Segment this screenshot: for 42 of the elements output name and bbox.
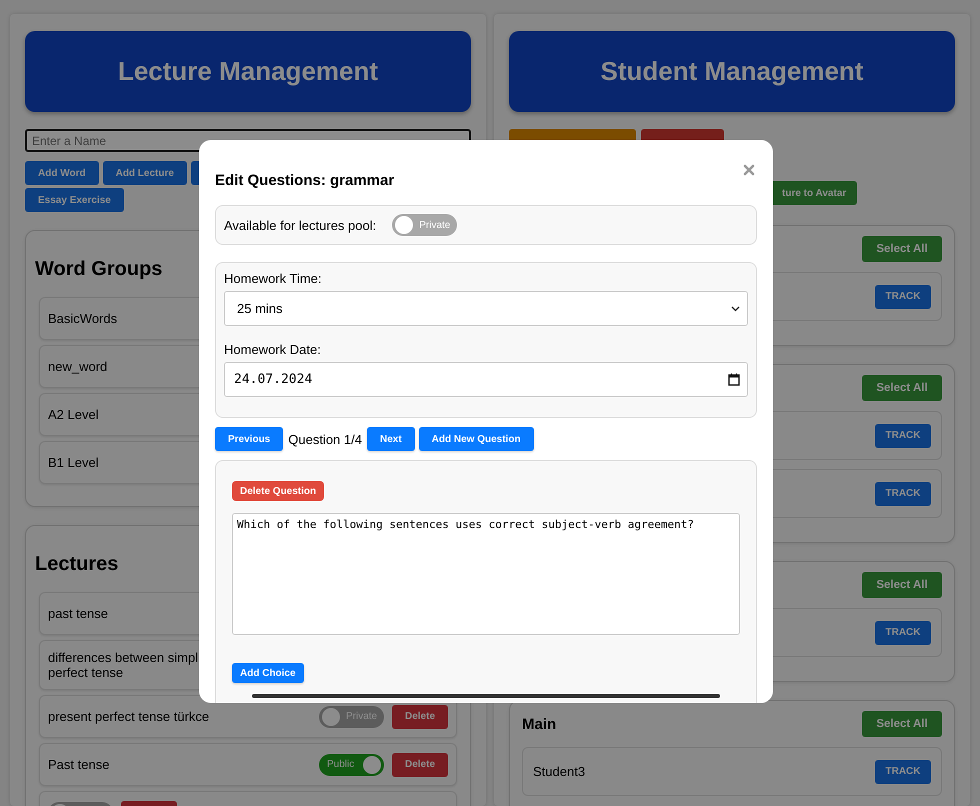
delete-question-button[interactable]: Delete Question [232, 481, 324, 501]
track-button[interactable]: TRACK [875, 620, 931, 644]
section-header: Lecture Management [25, 31, 471, 112]
select-all-button[interactable]: Select All [862, 236, 942, 262]
pool-label: Available for lectures pool: [224, 218, 376, 232]
next-button[interactable]: Next [366, 427, 415, 451]
section-header: Student Management [509, 31, 955, 112]
track-button[interactable]: TRACK [875, 284, 931, 308]
track-button[interactable]: TRACK [875, 760, 931, 784]
action-button[interactable]: Add Lecture [102, 161, 187, 185]
calendar-icon[interactable] [728, 373, 740, 386]
add-choice-button[interactable]: Add Choice [232, 663, 304, 683]
close-icon[interactable] [743, 164, 755, 176]
select-all-button[interactable]: Select All [862, 711, 942, 737]
chevron-down-icon [731, 306, 740, 312]
lecture-name: Past tense [48, 756, 110, 774]
lecture-item[interactable]: Past tense Public Delete [39, 743, 457, 786]
track-button[interactable]: TRACK [875, 424, 931, 448]
track-button[interactable]: TRACK [875, 482, 931, 506]
delete-button[interactable]: Delete [392, 752, 448, 776]
visibility-toggle[interactable]: Public [319, 754, 384, 776]
previous-button[interactable]: Previous [215, 427, 284, 451]
homework-time-select[interactable]: 25 mins [224, 291, 748, 326]
add-question-button[interactable]: Add New Question [418, 427, 534, 451]
field-label: Homework Time: [224, 271, 323, 286]
dialog-title: Edit Questions: grammar [215, 172, 396, 189]
lecture-name: differences between simpl perfect tense [48, 649, 198, 682]
visibility-toggle[interactable]: Private [392, 214, 458, 236]
question-counter: Question 1/4 [288, 432, 362, 446]
card-title: Lectures [35, 553, 118, 576]
question-text-field[interactable]: Which of the following sentences uses correct subject-verb agreement? [232, 513, 740, 635]
action-button[interactable]: Essay Exercise [25, 188, 124, 212]
student-name: Student3 [533, 764, 586, 779]
field-label: Homework Date: [224, 342, 322, 357]
action-button[interactable]: Add Word [25, 161, 99, 185]
select-all-button[interactable]: Select All [862, 572, 942, 598]
group-name: Main [522, 716, 556, 732]
homework-date-field[interactable]: 24.07.2024 [224, 362, 748, 397]
card-title: Word Groups [35, 258, 162, 281]
lecture-name: past tense [48, 605, 108, 623]
lecture-name: present perfect tense türkce [48, 708, 210, 726]
select-all-button[interactable]: Select All [862, 375, 942, 401]
